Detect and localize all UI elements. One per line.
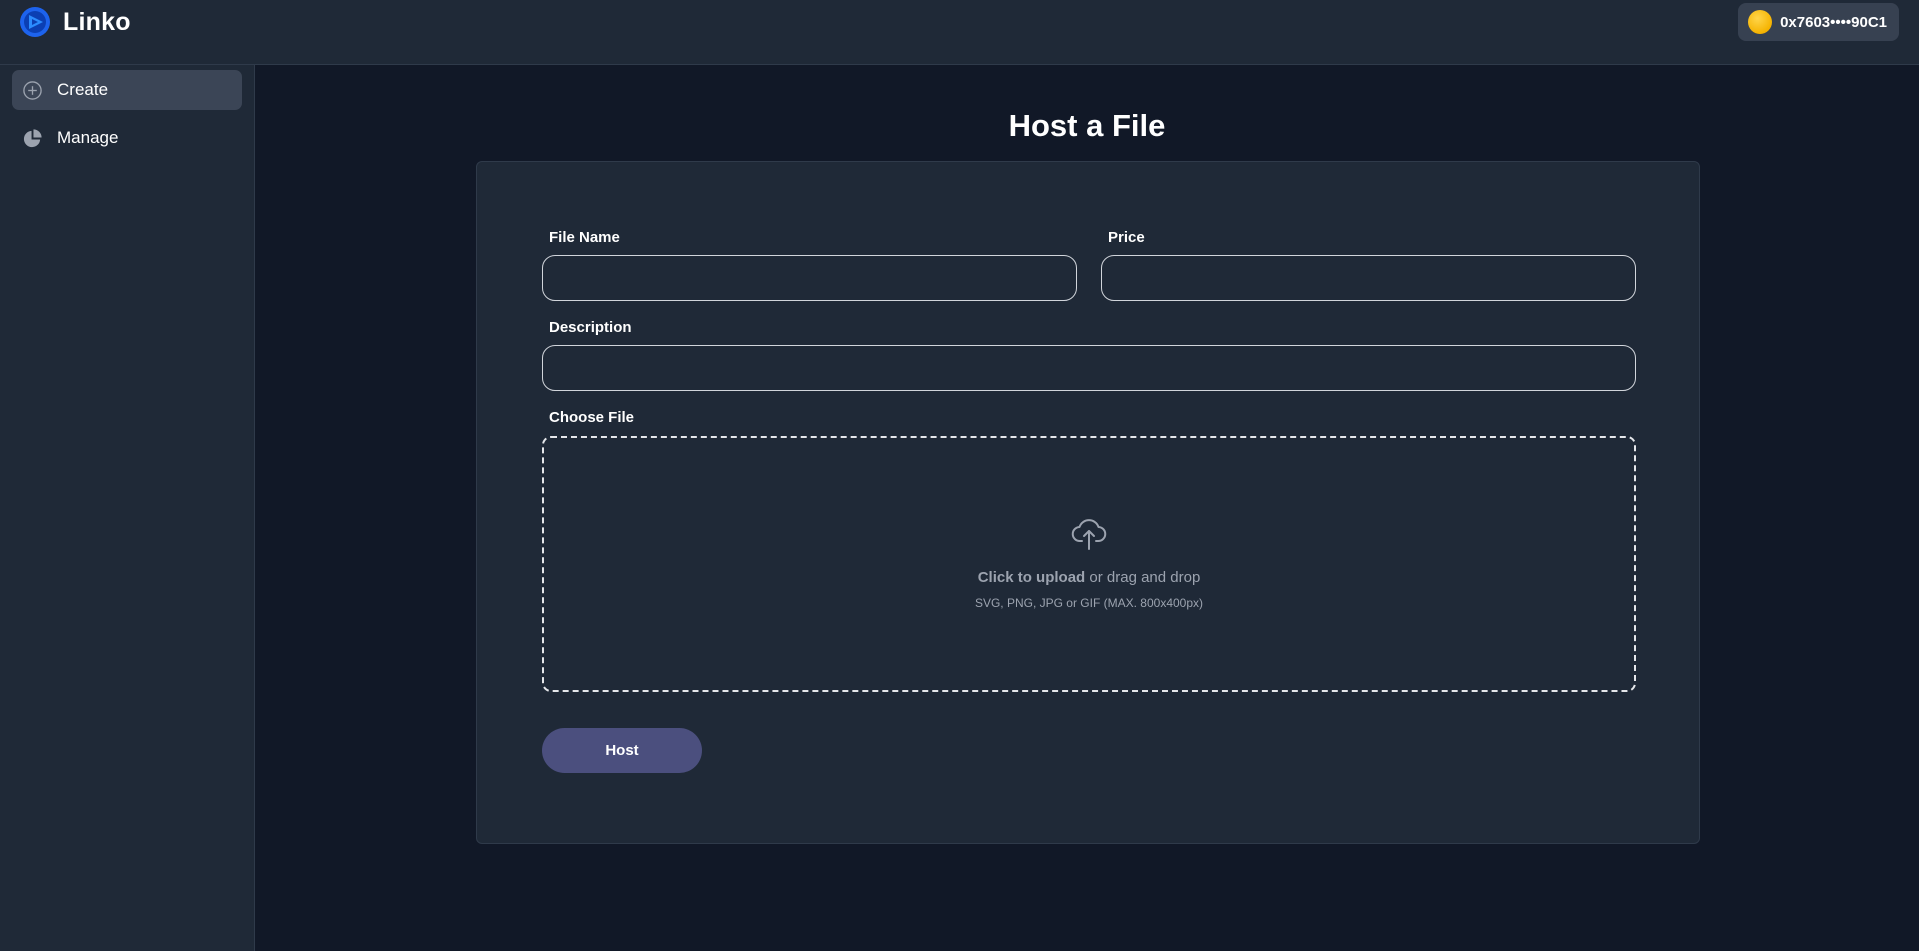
top-bar: Linko 0x7603••••90C1 <box>0 0 1919 65</box>
drag-and-drop-text: or drag and drop <box>1085 569 1201 586</box>
file-name-label: File Name <box>549 229 620 246</box>
click-to-upload-text[interactable]: Click to upload <box>978 569 1086 586</box>
choose-file-label: Choose File <box>549 409 635 426</box>
sidebar-item-create[interactable]: Create <box>12 70 242 110</box>
price-input[interactable] <box>1101 255 1636 301</box>
sidebar-item-label: Create <box>57 80 109 99</box>
sidebar-item-label: Manage <box>57 128 119 147</box>
host-file-form: File Name Price Description Choose File … <box>476 161 1700 844</box>
app-name: Linko <box>63 7 131 36</box>
description-label: Description <box>549 319 632 336</box>
plus-circle-icon <box>23 80 42 100</box>
price-label: Price <box>1108 229 1145 246</box>
cloud-upload-icon <box>1071 519 1107 550</box>
file-name-input[interactable] <box>542 255 1077 301</box>
coin-icon <box>1748 10 1773 34</box>
brand[interactable]: Linko <box>19 5 131 39</box>
wallet-address: 0x7603••••90C1 <box>1780 13 1887 31</box>
description-input[interactable] <box>542 345 1636 391</box>
host-button[interactable]: Host <box>542 728 702 773</box>
sidebar: Create Manage <box>0 65 255 951</box>
linko-logo-icon <box>20 7 50 37</box>
wallet-button[interactable]: 0x7603••••90C1 <box>1738 3 1899 41</box>
page-title: Host a File <box>1008 108 1166 143</box>
file-type-hint: SVG, PNG, JPG or GIF (MAX. 800x400px) <box>974 596 1204 610</box>
upload-instructions: Click to upload or drag and drop <box>544 569 1634 586</box>
file-dropzone[interactable]: Click to upload or drag and drop SVG, PN… <box>542 436 1636 692</box>
pie-chart-icon <box>23 128 42 147</box>
sidebar-item-manage[interactable]: Manage <box>12 118 242 158</box>
